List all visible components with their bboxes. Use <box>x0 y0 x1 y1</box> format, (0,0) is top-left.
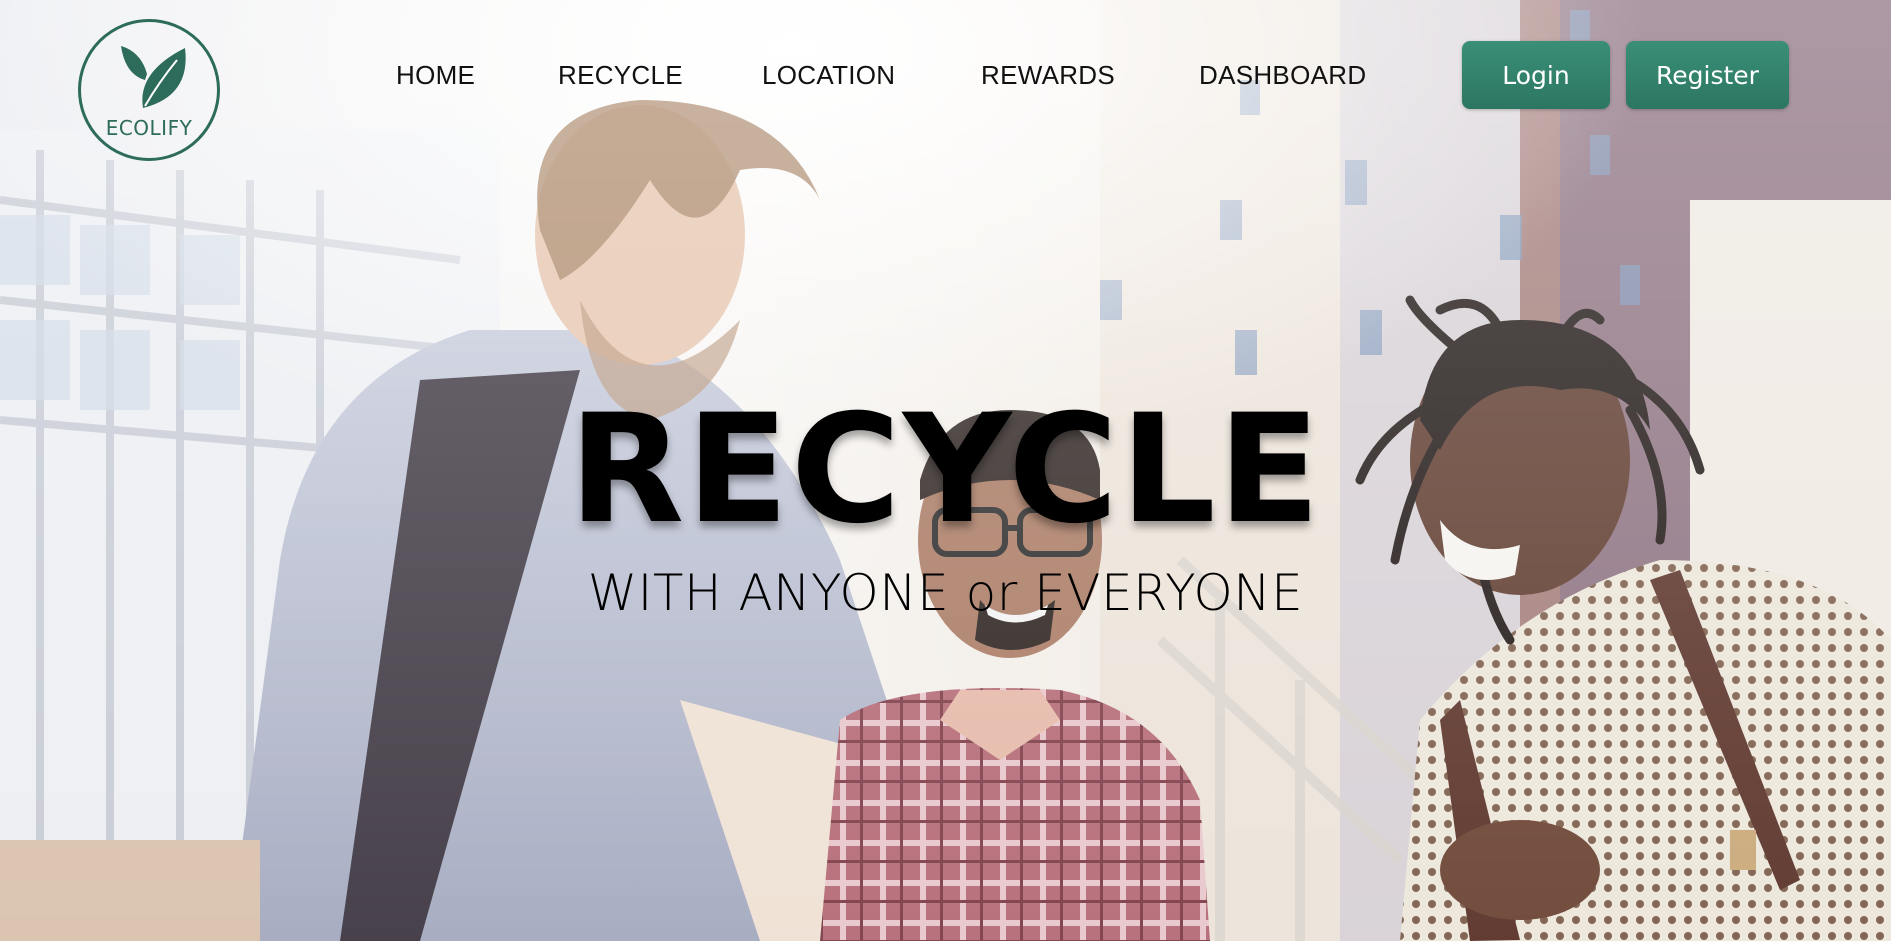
brand-name: ECOLIFY <box>105 116 193 140</box>
hero-title: RECYCLE <box>568 383 1323 557</box>
top-navbar: ECOLIFY HOME RECYCLE LOCATION REWARDS DA… <box>0 0 1891 180</box>
nav-item-recycle[interactable]: RECYCLE <box>558 60 683 91</box>
hero-subtitle: WITH ANYONE or EVERYONE <box>587 564 1304 622</box>
register-button[interactable]: Register <box>1626 41 1789 109</box>
nav-item-home[interactable]: HOME <box>396 60 475 91</box>
brand-logo[interactable]: ECOLIFY <box>78 19 220 161</box>
nav-item-dashboard[interactable]: DASHBOARD <box>1199 60 1366 91</box>
nav-item-location[interactable]: LOCATION <box>762 60 895 91</box>
nav-item-rewards[interactable]: REWARDS <box>981 60 1115 91</box>
login-button[interactable]: Login <box>1462 41 1610 109</box>
